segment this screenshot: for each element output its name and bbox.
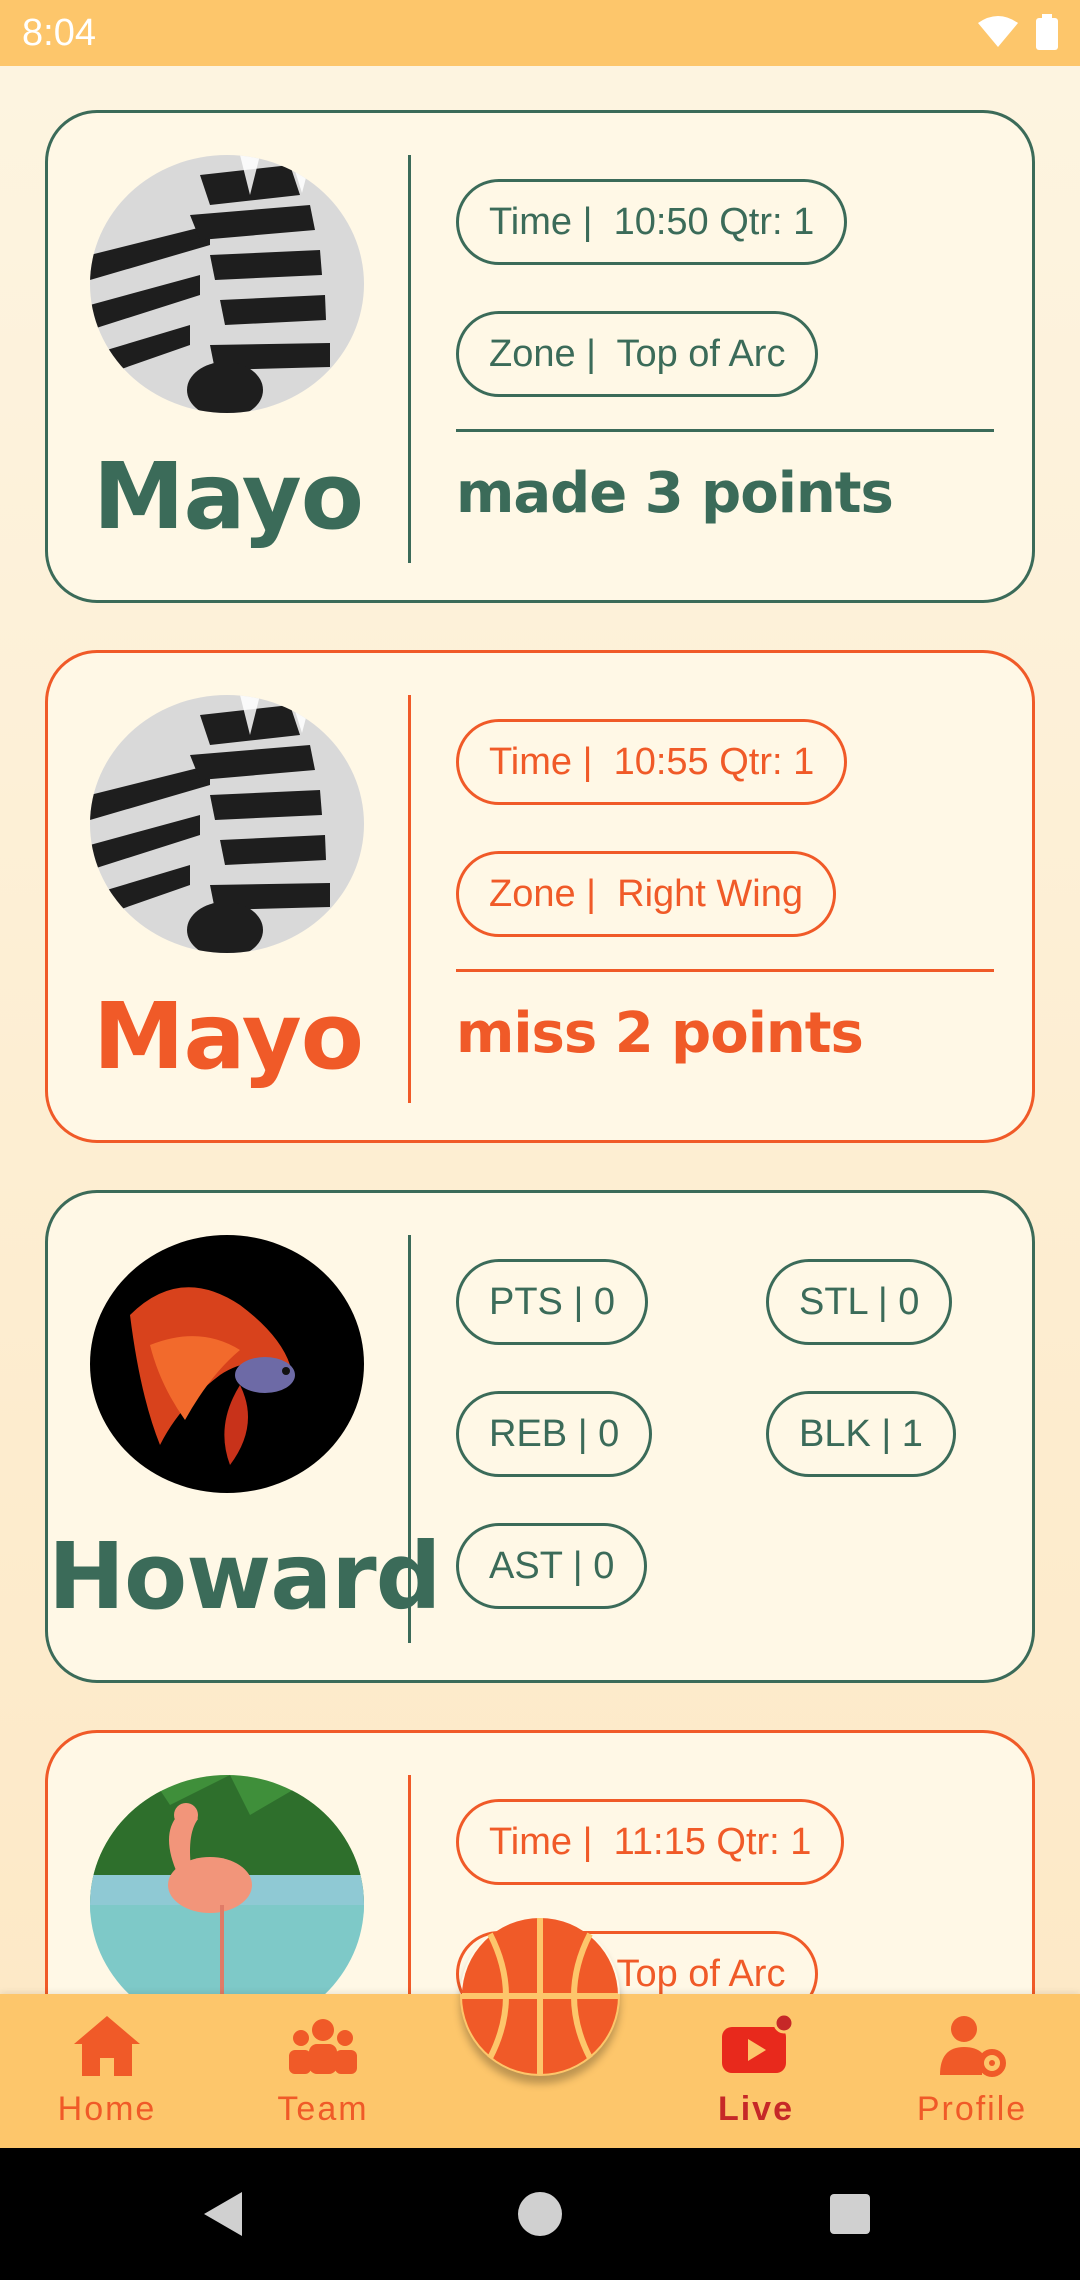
nav-home-label: Home [57,2090,157,2128]
live-icon [716,2006,796,2086]
nav-profile[interactable]: Profile [872,2006,1072,2136]
zone-pill: Zone | Top of Arc [456,311,819,397]
vertical-divider [408,1775,411,1994]
basketball-fab[interactable] [460,1916,620,2076]
flamingo-avatar [90,1775,364,1994]
stat-pill-stl: STL | 0 [766,1259,953,1345]
zebra-avatar [90,155,364,413]
battery-icon [1036,14,1058,50]
wifi-icon [978,16,1018,47]
zebra-avatar [90,695,364,953]
system-navigation-bar [0,2148,1080,2280]
vertical-divider [408,695,411,1103]
nav-profile-label: Profile [916,2090,1028,2128]
play-card[interactable]: Mayo Time | 10:50 Qtr: 1 Zone | Top of A… [45,110,1035,603]
nav-team[interactable]: Team [223,2006,423,2136]
stats-card[interactable]: Howard PTS | 0 STL | 0 REB | 0 BLK | 1 A… [45,1190,1035,1683]
nav-live-label: Live [717,2090,795,2128]
player-name: Mayo [93,443,364,550]
stat-pill-ast: AST | 0 [456,1523,648,1609]
time-pill: Time | 11:15 Qtr: 1 [456,1799,845,1885]
vertical-divider [408,155,411,563]
time-pill: Time | 10:55 Qtr: 1 [456,719,848,805]
live-feed[interactable]: Mayo Time | 10:50 Qtr: 1 Zone | Top of A… [0,66,1080,1994]
nav-team-label: Team [277,2090,369,2128]
nav-live[interactable]: Live [656,2006,856,2136]
basketball-icon [462,1918,618,2074]
betta-fish-avatar [90,1235,364,1493]
time-pill: Time | 10:50 Qtr: 1 [456,179,848,265]
stat-pill-blk: BLK | 1 [766,1391,956,1477]
horizontal-divider [456,429,994,432]
stat-pill-reb: REB | 0 [456,1391,653,1477]
home-icon [67,2006,147,2086]
status-bar: 8:04 [0,0,1080,66]
stat-pill-pts: PTS | 0 [456,1259,649,1345]
status-icons [978,14,1058,50]
profile-settings-icon [932,2006,1012,2086]
recents-icon[interactable] [822,2186,878,2242]
zone-pill: Zone | Right Wing [456,851,837,937]
status-time: 8:04 [22,12,96,54]
play-card[interactable]: Mayo Time | 10:55 Qtr: 1 Zone | Right Wi… [45,650,1035,1143]
back-icon[interactable] [196,2186,252,2242]
play-action: made 3 points [456,461,894,526]
team-icon [283,2006,363,2086]
player-name: Howard [48,1523,442,1630]
player-name: Mayo [93,983,364,1090]
nav-home[interactable]: Home [7,2006,207,2136]
horizontal-divider [456,969,994,972]
vertical-divider [408,1235,411,1643]
home-circle-icon[interactable] [512,2186,568,2242]
play-action: miss 2 points [456,1001,864,1066]
